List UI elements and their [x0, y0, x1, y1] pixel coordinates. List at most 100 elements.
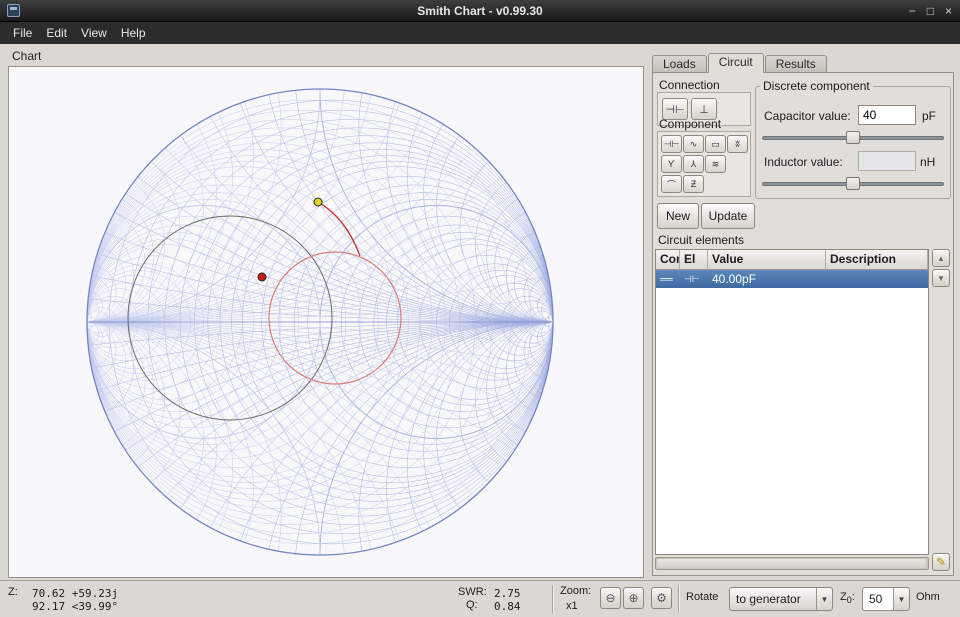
inductor-value-label: Inductor value:: [764, 155, 843, 169]
series-connection-icon: ⊣⊢: [665, 103, 684, 116]
parallel-inductor-button[interactable]: Ƴ: [661, 155, 682, 173]
table-body: ══ ⊣⊢ 40.00pF: [656, 270, 928, 288]
pencil-icon: ✎: [936, 555, 946, 569]
element-type-icon: ⊣⊢: [680, 270, 708, 288]
statusbar: Z: 70.62 +59.23j 92.17 <39.99° SWR: 2.75…: [0, 580, 960, 617]
parallel-resistor-icon: ⅄: [691, 159, 697, 170]
transmission-line-icon: ≋: [712, 159, 720, 170]
parallel-inductor-icon: Ƴ: [668, 159, 675, 169]
series-resistor-icon: ▭: [711, 139, 720, 150]
circuit-elements-label: Circuit elements: [658, 233, 744, 247]
capacitor-unit-label: pF: [922, 109, 936, 123]
menubar: File Edit View Help: [0, 22, 960, 44]
rotate-label: Rotate: [686, 591, 718, 603]
parallel-capacitor-button[interactable]: ʬ: [727, 135, 748, 153]
down-arrow-icon: ▼: [937, 274, 945, 283]
menu-view[interactable]: View: [74, 23, 114, 43]
series-capacitor-button[interactable]: ⊣⊢: [661, 135, 682, 153]
transmission-line-button[interactable]: ≋: [705, 155, 726, 173]
column-header-cor[interactable]: Cor: [656, 250, 680, 270]
rotate-direction-select[interactable]: to generator ▼: [729, 587, 833, 611]
separator: [552, 585, 554, 613]
cursor-point[interactable]: [258, 273, 266, 281]
open-stub-button[interactable]: ⌒: [661, 175, 682, 193]
update-button[interactable]: Update: [701, 203, 755, 229]
column-header-description[interactable]: Description: [826, 250, 928, 270]
chevron-down-icon[interactable]: ▼: [816, 588, 832, 610]
z0-label: Z0:: [840, 591, 855, 605]
notebook-tabs: Loads Circuit Results: [652, 52, 828, 72]
unit-label: Ohm: [916, 591, 940, 603]
shorted-stub-icon: Ƶ: [691, 179, 697, 189]
q-value: 0.84: [494, 600, 521, 613]
circuit-elements-table: Cor El Value Description ══ ⊣⊢ 40.00pF: [655, 249, 929, 555]
swr-label: SWR:: [458, 586, 487, 598]
window-title: Smith Chart - v0.99.30: [0, 4, 960, 18]
zoom-label: Zoom:: [560, 585, 591, 597]
tab-loads[interactable]: Loads: [652, 55, 707, 72]
rotate-direction-value: to generator: [730, 592, 816, 606]
q-label: Q:: [466, 599, 478, 611]
capacitor-slider-handle[interactable]: [846, 131, 860, 144]
close-button[interactable]: ×: [945, 3, 952, 19]
component-toolbox: ⊣⊢ ∿ ▭ ʬ Ƴ ⅄ ≋ ⌒ Ƶ: [657, 131, 751, 197]
chart-panel-label: Chart: [12, 49, 41, 63]
smith-chart-area[interactable]: [8, 66, 644, 578]
zoom-out-icon: ⊖: [605, 591, 615, 605]
z0-value: 50: [863, 588, 893, 610]
capacitor-value-input[interactable]: [858, 105, 916, 125]
connection-type-icon: ══: [656, 270, 680, 288]
chevron-down-icon[interactable]: ▼: [893, 588, 909, 610]
parallel-resistor-button[interactable]: ⅄: [683, 155, 704, 173]
tab-circuit[interactable]: Circuit: [708, 53, 764, 73]
zoom-value: x1: [566, 600, 578, 612]
z0-select[interactable]: 50 ▼: [862, 587, 910, 611]
series-inductor-icon: ∿: [690, 139, 698, 150]
inductor-unit-label: nH: [920, 155, 935, 169]
move-down-button[interactable]: ▼: [932, 269, 950, 287]
shorted-stub-button[interactable]: Ƶ: [683, 175, 704, 193]
titlebar[interactable]: Smith Chart - v0.99.30 − □ ×: [0, 0, 960, 22]
smith-chart[interactable]: [9, 67, 643, 577]
series-resistor-button[interactable]: ▭: [705, 135, 726, 153]
menu-help[interactable]: Help: [114, 23, 153, 43]
window-controls: − □ ×: [909, 3, 952, 19]
scrollbar-thumb[interactable]: [657, 559, 926, 568]
menu-edit[interactable]: Edit: [39, 23, 74, 43]
separator: [678, 585, 680, 613]
inductor-value-input: [858, 151, 916, 171]
connection-group-title: Connection: [659, 78, 720, 92]
series-capacitor-icon: ⊣⊢: [664, 139, 680, 150]
gear-icon: ⚙: [656, 591, 667, 605]
zoom-out-button[interactable]: ⊖: [600, 587, 621, 609]
zoom-in-icon: ⊕: [628, 591, 638, 605]
zoom-in-button[interactable]: ⊕: [623, 587, 644, 609]
capacitor-slider[interactable]: [762, 131, 944, 144]
capacitor-value-label: Capacitor value:: [764, 109, 851, 123]
inductor-slider[interactable]: [762, 177, 944, 190]
tab-results[interactable]: Results: [765, 55, 827, 72]
maximize-button[interactable]: □: [927, 3, 934, 19]
impedance-label: Z:: [8, 586, 18, 598]
column-header-value[interactable]: Value: [708, 250, 826, 270]
circuit-tab-panel: Connection ⊣⊢ ⊥ Component ⊣⊢ ∿ ▭ ʬ Ƴ ⅄: [652, 72, 954, 576]
horizontal-scrollbar[interactable]: [655, 557, 929, 570]
element-value: 40.00pF: [708, 272, 826, 286]
load-point[interactable]: [314, 198, 322, 206]
edit-element-button[interactable]: ✎: [932, 553, 950, 571]
series-inductor-button[interactable]: ∿: [683, 135, 704, 153]
settings-button[interactable]: ⚙: [651, 587, 672, 609]
column-header-el[interactable]: El: [680, 250, 708, 270]
component-group-title: Component: [659, 117, 721, 131]
minimize-button[interactable]: −: [909, 3, 916, 19]
parallel-connection-icon: ⊥: [699, 103, 709, 116]
move-up-button[interactable]: ▲: [932, 249, 950, 267]
table-header: Cor El Value Description: [656, 250, 928, 270]
new-button[interactable]: New: [657, 203, 699, 229]
menu-file[interactable]: File: [6, 23, 39, 43]
discrete-component-group: Discrete component Capacitor value: pF I…: [755, 79, 951, 199]
table-row[interactable]: ══ ⊣⊢ 40.00pF: [656, 270, 928, 288]
inductor-slider-handle[interactable]: [846, 177, 860, 190]
open-stub-icon: ⌒: [667, 178, 676, 191]
up-arrow-icon: ▲: [937, 254, 945, 263]
